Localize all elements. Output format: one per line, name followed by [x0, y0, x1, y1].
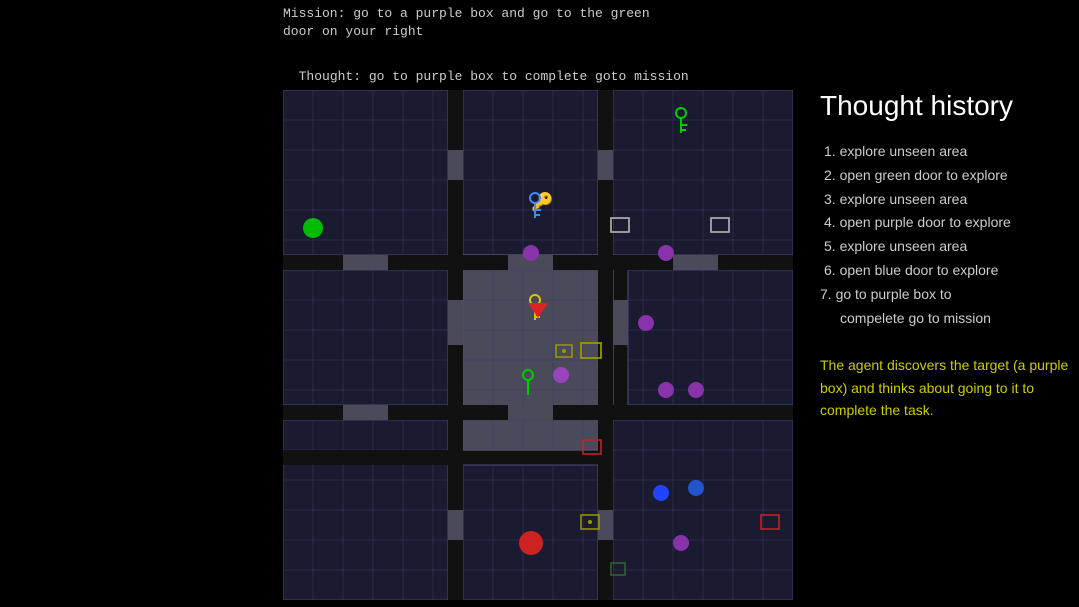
thought-history-list: explore unseen areaopen green door to ex…	[820, 140, 1075, 330]
thought-history-item: open blue door to explore	[820, 259, 1075, 283]
thought-history-item: explore unseen area	[820, 188, 1075, 212]
thought-history-item: go to purple box to compelete go to miss…	[820, 283, 1075, 331]
discovery-text: The agent discovers the target (a purple…	[820, 354, 1075, 421]
right-panel: Thought history explore unseen areaopen …	[820, 90, 1075, 422]
thought-history-item: open purple door to explore	[820, 211, 1075, 235]
thought-text: Thought: go to purple box to complete go…	[299, 69, 689, 84]
game-canvas: 🔑	[283, 90, 793, 600]
thought-history-item: explore unseen area	[820, 140, 1075, 164]
mission-text: Mission: go to a purple box and go to th…	[283, 5, 763, 41]
thought-history-item: explore unseen area	[820, 235, 1075, 259]
thought-history-item: open green door to explore	[820, 164, 1075, 188]
thought-history-title: Thought history	[820, 90, 1075, 122]
